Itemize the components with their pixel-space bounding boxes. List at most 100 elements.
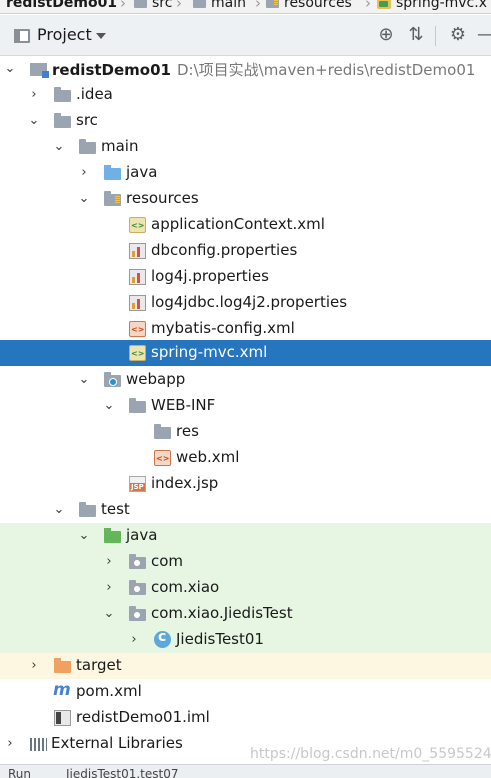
tree-item-label: webapp (126, 370, 186, 388)
excluded-folder-icon (54, 658, 71, 673)
tree-item-iml[interactable]: redistDemo01.iml (0, 705, 491, 731)
breadcrumb-item-src[interactable]: src (134, 0, 172, 10)
tree-item-package-com[interactable]: › com (0, 549, 491, 575)
tree-item-package-com-xiao[interactable]: › com.xiao (0, 575, 491, 601)
tree-item-label: JiedisTest01 (176, 630, 264, 648)
spring-xml-icon (129, 345, 146, 361)
xml-file-icon (377, 0, 391, 9)
iml-file-icon (54, 710, 71, 726)
project-view-selector[interactable]: Project (37, 25, 92, 44)
tree-item-src[interactable]: ⌄ src (0, 108, 491, 134)
tree-item-label: log4jdbc.log4j2.properties (151, 293, 348, 311)
tree-item-applicationcontext[interactable]: applicationContext.xml (0, 212, 491, 238)
locate-icon[interactable]: ⊕ (376, 25, 396, 45)
tree-item-web-inf[interactable]: ⌄ WEB-INF (0, 393, 491, 419)
tree-item-label: spring-mvc.xml (151, 343, 268, 361)
chevron-down-icon[interactable] (96, 33, 106, 39)
chevron-right-icon[interactable]: › (27, 88, 41, 102)
tree-item-label: res (176, 422, 199, 440)
chevron-down-icon[interactable]: ⌄ (3, 62, 17, 76)
breadcrumb-item-resources[interactable]: resources (266, 0, 352, 10)
web-xml-icon (154, 450, 171, 466)
tree-item-root[interactable]: ⌄ redistDemo01 D:\项目实战\maven+redis\redist… (0, 56, 491, 82)
chevron-down-icon[interactable]: ⌄ (52, 503, 66, 517)
tree-item-label: applicationContext.xml (151, 215, 325, 233)
chevron-right-icon[interactable]: › (127, 633, 141, 647)
tree-item-label: target (76, 656, 122, 674)
breadcrumb-separator: › (365, 0, 371, 12)
library-icon (30, 738, 47, 751)
chevron-right-icon[interactable]: › (102, 581, 116, 595)
hide-icon[interactable]: — (476, 25, 491, 45)
tree-item-target[interactable]: › target (0, 653, 491, 679)
tree-item-java[interactable]: › java (0, 160, 491, 186)
tree-item-label: pom.xml (76, 682, 142, 700)
run-config-tab[interactable]: JiedisTest01.test07 (66, 767, 179, 778)
tree-item-test-java[interactable]: ⌄ java (0, 523, 491, 549)
chevron-down-icon[interactable]: ⌄ (77, 373, 91, 387)
gear-icon[interactable]: ⚙ (448, 25, 468, 45)
chevron-down-icon[interactable]: ⌄ (77, 529, 91, 543)
chevron-down-icon[interactable]: ⌄ (102, 607, 116, 621)
xml-file-icon (129, 321, 146, 337)
tree-item-index-jsp[interactable]: index.jsp (0, 471, 491, 497)
breadcrumb-item-project[interactable]: redistDemo01 (6, 0, 117, 10)
breadcrumb-separator: › (120, 0, 126, 12)
spring-xml-icon (129, 217, 146, 233)
tree-item-label: redistDemo01.iml (76, 708, 210, 726)
tree-item-pom[interactable]: m pom.xml (0, 679, 491, 705)
breadcrumb-separator: › (255, 0, 261, 12)
jsp-file-icon (129, 476, 146, 492)
tree-item-label: src (76, 111, 98, 129)
breadcrumb-item-file[interactable]: spring-mvc.x (377, 0, 487, 10)
tree-item-test[interactable]: ⌄ test (0, 497, 491, 523)
tree-item-label: .idea (76, 85, 113, 103)
chevron-right-icon[interactable]: › (102, 555, 116, 569)
chevron-right-icon[interactable]: › (27, 659, 41, 673)
run-tool-window-bar: Run JiedisTest01.test07 (0, 764, 491, 778)
module-icon (30, 63, 49, 78)
tree-item-dbconfig[interactable]: dbconfig.properties (0, 238, 491, 264)
tree-item-idea[interactable]: › .idea (0, 82, 491, 108)
tree-item-label: com.xiao.JiedisTest (151, 604, 293, 622)
tree-item-label: test (101, 500, 130, 518)
tree-item-jiedistest01[interactable]: › JiedisTest01 (0, 627, 491, 653)
collapse-all-icon[interactable]: ⇅ (406, 25, 426, 45)
breadcrumb-item-main[interactable]: main (193, 0, 246, 10)
java-class-icon (154, 629, 171, 648)
tree-item-label: index.jsp (151, 474, 219, 492)
tree-item-main[interactable]: ⌄ main (0, 134, 491, 160)
tree-item-log4j[interactable]: log4j.properties (0, 264, 491, 290)
watermark: https://blog.csdn.net/m0_55955242 (250, 746, 491, 762)
tree-item-webapp[interactable]: ⌄ webapp (0, 367, 491, 393)
package-icon (129, 554, 146, 569)
chevron-down-icon[interactable]: ⌄ (27, 114, 41, 128)
source-folder-icon (104, 165, 121, 180)
tree-item-label: java (126, 163, 158, 181)
tree-item-label: java (126, 526, 158, 544)
tree-item-label: main (101, 137, 139, 155)
resources-folder-icon (104, 191, 121, 206)
tree-item-label: resources (126, 189, 199, 207)
tree-item-res[interactable]: res (0, 419, 491, 445)
chevron-right-icon[interactable]: › (3, 737, 17, 751)
breadcrumb: redistDemo01 › src › main › resources › … (0, 0, 491, 14)
chevron-right-icon[interactable]: › (77, 166, 91, 180)
test-source-folder-icon (104, 528, 121, 543)
tree-item-resources[interactable]: ⌄ resources (0, 186, 491, 212)
breadcrumb-separator: › (176, 0, 182, 12)
project-path: D:\项目实战\maven+redis\redistDemo01 (176, 61, 476, 79)
chevron-down-icon[interactable]: ⌄ (52, 140, 66, 154)
tree-item-label: redistDemo01 (52, 61, 171, 79)
folder-icon (79, 139, 96, 154)
tree-item-package-jiedistest[interactable]: ⌄ com.xiao.JiedisTest (0, 601, 491, 627)
chevron-down-icon[interactable]: ⌄ (77, 192, 91, 206)
folder-icon (54, 113, 71, 128)
tree-item-mybatis-config[interactable]: mybatis-config.xml (0, 316, 491, 342)
tree-item-spring-mvc[interactable]: spring-mvc.xml (0, 340, 491, 366)
tree-item-label: mybatis-config.xml (151, 319, 295, 337)
tree-item-log4jdbc[interactable]: log4jdbc.log4j2.properties (0, 290, 491, 316)
run-tab[interactable]: Run (8, 767, 31, 778)
chevron-down-icon[interactable]: ⌄ (102, 399, 116, 413)
tree-item-web-xml[interactable]: web.xml (0, 445, 491, 471)
